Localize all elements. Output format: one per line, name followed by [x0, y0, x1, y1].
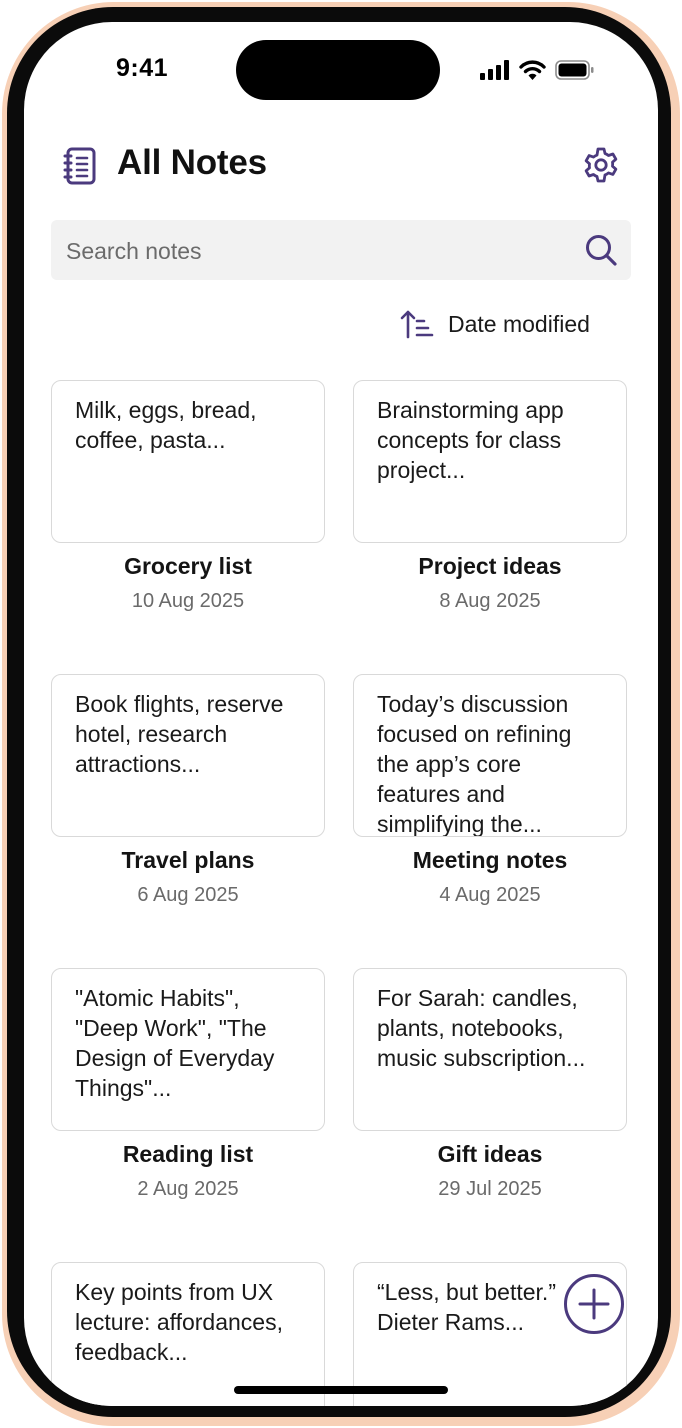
note-card[interactable]: Key points from UX lecture: affordances,…	[51, 1262, 325, 1406]
note-item[interactable]: Book flights, reserve hotel, research at…	[51, 674, 329, 907]
sort-label: Date modified	[448, 310, 590, 337]
note-card[interactable]: Book flights, reserve hotel, research at…	[51, 674, 325, 837]
battery-icon	[555, 60, 594, 80]
note-date: 4 Aug 2025	[439, 884, 541, 906]
note-preview: Brainstorming app concepts for class pro…	[377, 397, 564, 483]
note-title: Grocery list	[124, 553, 252, 579]
note-item[interactable]: "Atomic Habits", "Deep Work", "The Desig…	[51, 968, 329, 1201]
status-time: 9:41	[116, 54, 169, 82]
sort-button[interactable]: Date modified	[400, 304, 590, 344]
app-screen: 9:41 All Notes Search notes Date modifie…	[24, 22, 658, 1406]
home-indicator[interactable]	[234, 1386, 448, 1394]
note-item[interactable]: For Sarah: candles, plants, notebooks, m…	[353, 968, 631, 1201]
note-card[interactable]: "Atomic Habits", "Deep Work", "The Desig…	[51, 968, 325, 1131]
gear-icon[interactable]	[582, 146, 620, 184]
note-item[interactable]: Brainstorming app concepts for class pro…	[353, 380, 631, 613]
signal-icon	[480, 60, 509, 80]
note-card[interactable]: Today’s discussion focused on refining t…	[353, 674, 627, 837]
note-title: Gift ideas	[437, 1141, 543, 1167]
add-note-button[interactable]	[564, 1274, 624, 1334]
plus-icon	[578, 1288, 610, 1320]
search-bar	[51, 220, 631, 282]
note-card[interactable]: Brainstorming app concepts for class pro…	[353, 380, 627, 543]
dynamic-island	[236, 40, 440, 100]
note-item[interactable]: Key points from UX lecture: affordances,…	[51, 1262, 329, 1406]
sort-ascending-icon	[400, 310, 434, 339]
note-title: Project ideas	[418, 553, 562, 579]
status-icons	[480, 58, 595, 82]
note-date: 10 Aug 2025	[131, 590, 245, 612]
note-title: Meeting notes	[412, 847, 568, 873]
search-input[interactable]	[64, 220, 568, 282]
note-title: Reading list	[122, 1141, 254, 1167]
page-title: All Notes	[117, 143, 267, 182]
note-preview: "Atomic Habits", "Deep Work", "The Desig…	[75, 985, 275, 1101]
note-preview: Milk, eggs, bread, coffee, pasta...	[75, 397, 257, 453]
note-item[interactable]: Milk, eggs, bread, coffee, pasta... Groc…	[51, 380, 329, 613]
note-preview: Book flights, reserve hotel, research at…	[75, 691, 284, 777]
note-preview: Key points from UX lecture: affordances,…	[75, 1279, 283, 1365]
note-item[interactable]: Today’s discussion focused on refining t…	[353, 674, 631, 907]
note-date: 2 Aug 2025	[137, 1178, 239, 1200]
search-icon[interactable]	[584, 233, 618, 267]
note-card[interactable]: For Sarah: candles, plants, notebooks, m…	[353, 968, 627, 1131]
wifi-icon	[519, 59, 546, 80]
note-date: 29 Jul 2025	[438, 1178, 542, 1200]
note-preview: Today’s discussion focused on refining t…	[377, 691, 572, 837]
note-title: Travel plans	[121, 847, 255, 873]
note-date: 8 Aug 2025	[439, 590, 541, 612]
notebook-icon	[63, 147, 96, 185]
note-preview: For Sarah: candles, plants, notebooks, m…	[377, 985, 586, 1071]
note-date: 6 Aug 2025	[137, 884, 239, 906]
note-card[interactable]: Milk, eggs, bread, coffee, pasta...	[51, 380, 325, 543]
